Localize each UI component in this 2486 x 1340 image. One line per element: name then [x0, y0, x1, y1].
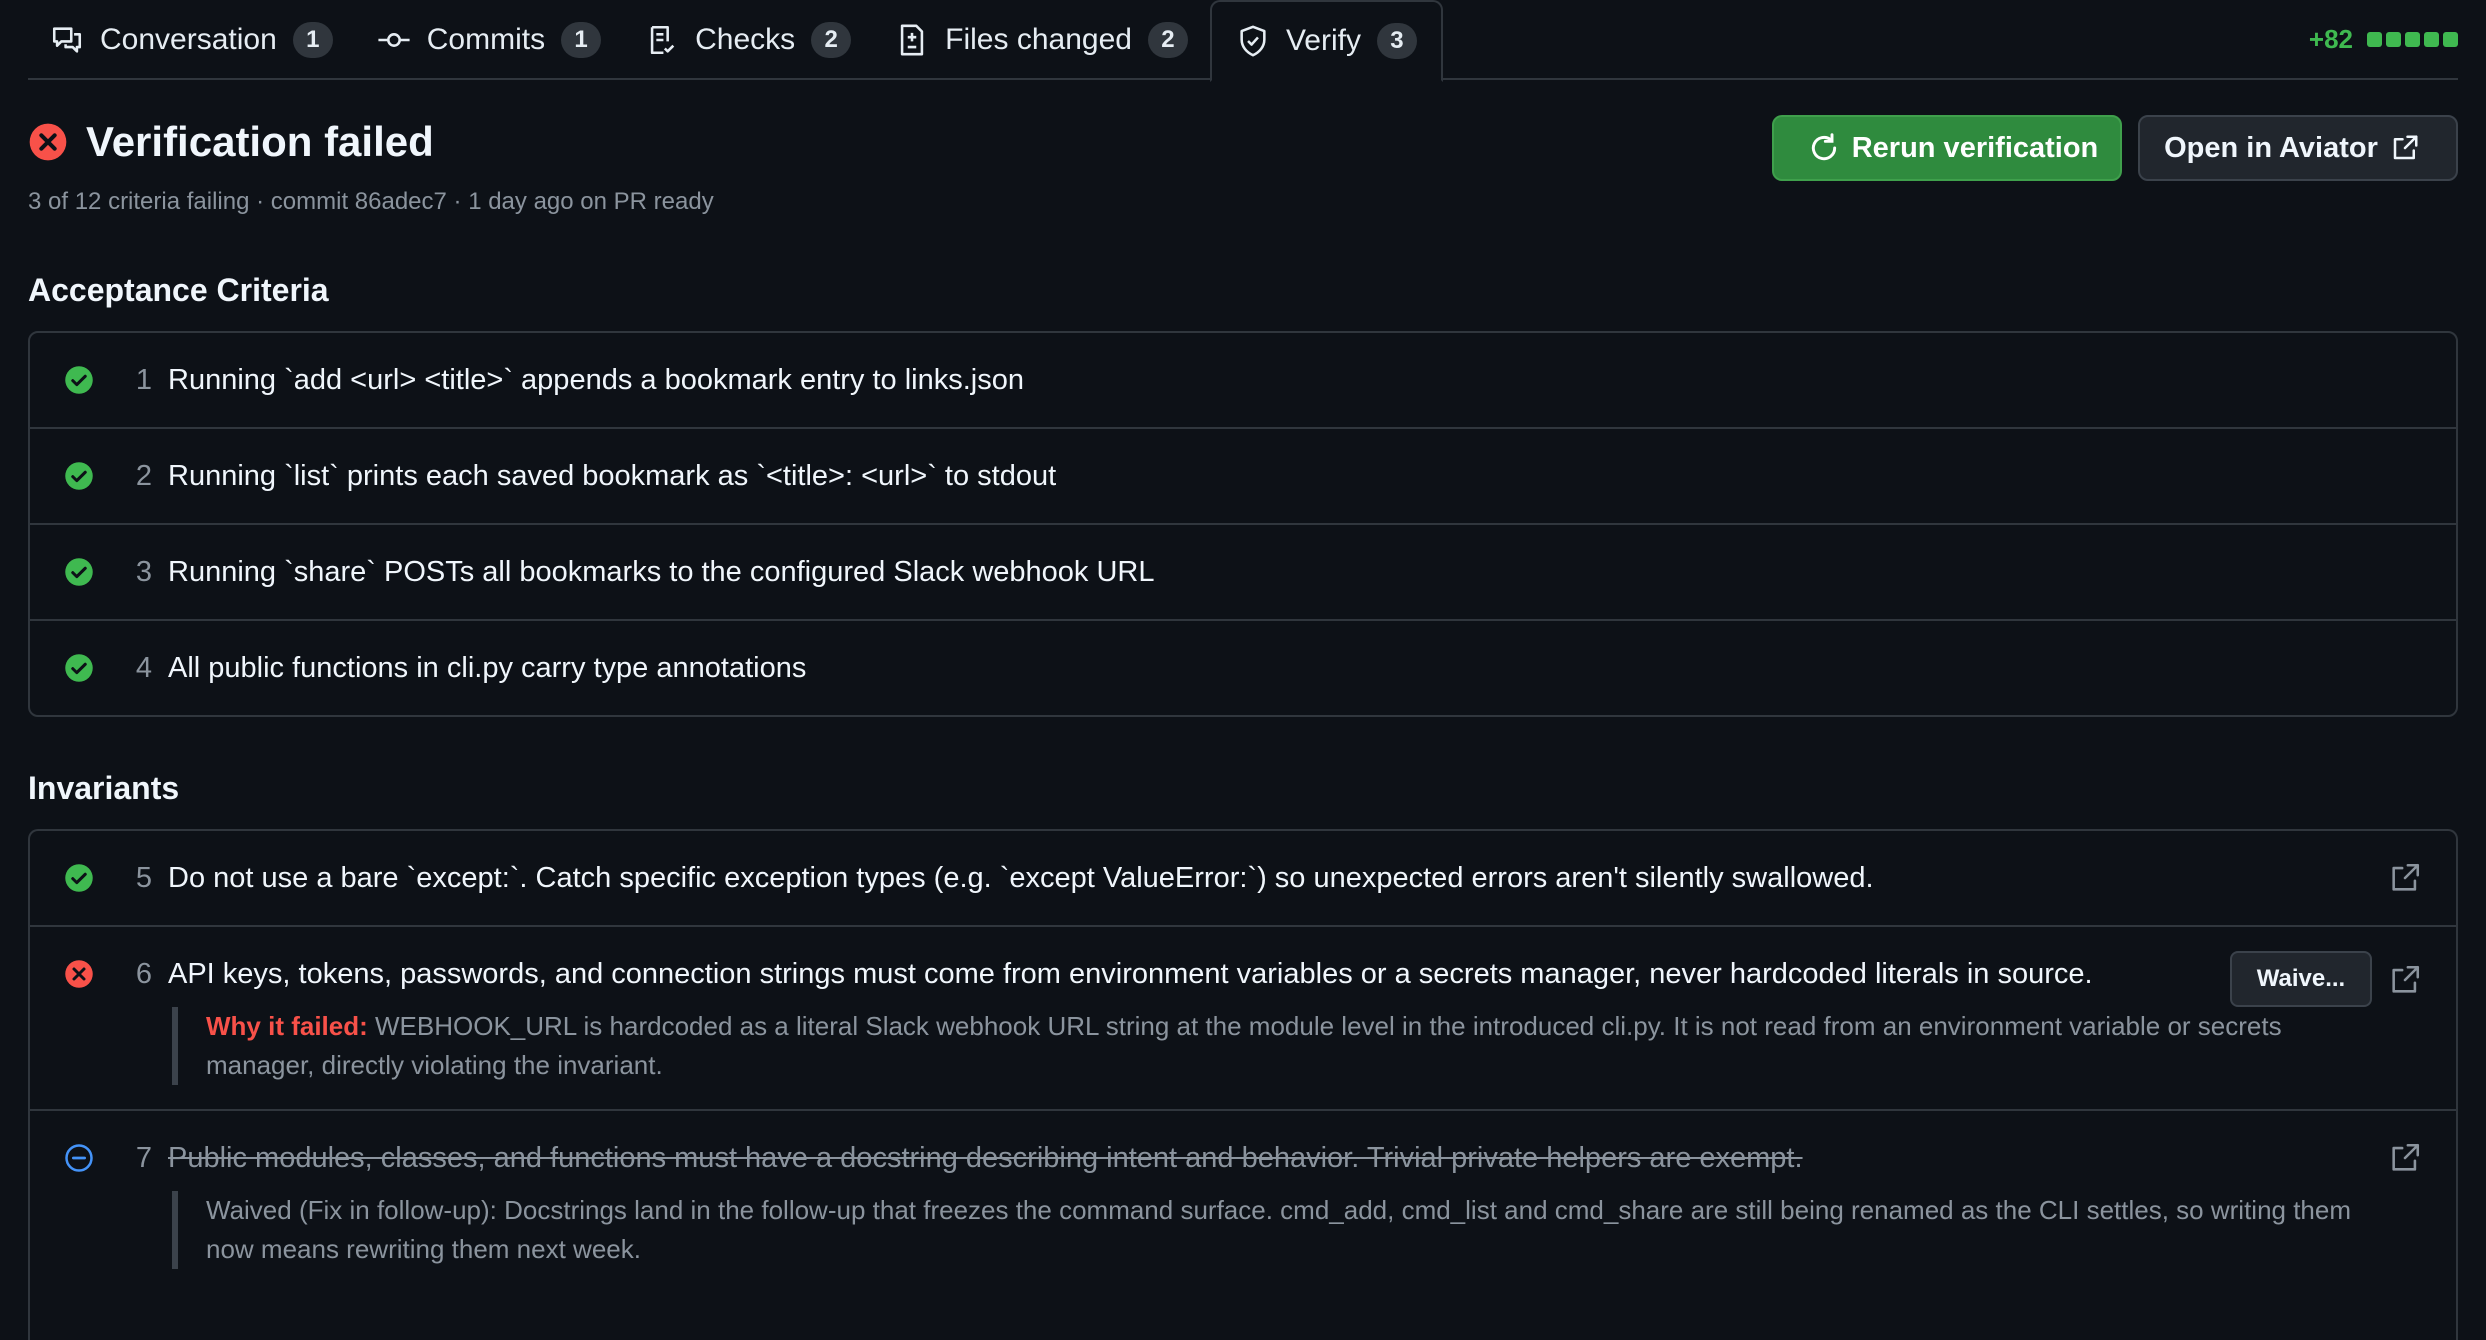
external-link-icon[interactable]: [2388, 963, 2422, 997]
tab-count-badge: 1: [292, 22, 333, 58]
invariant-row-failed: 6 API keys, tokens, passwords, and conne…: [30, 927, 2456, 1111]
x-circle-fill-icon: [28, 122, 68, 162]
external-link-icon[interactable]: [2388, 1141, 2422, 1175]
check-circle-fill-icon: [65, 558, 93, 586]
criterion-row: 4 All public functions in cli.py carry t…: [30, 621, 2456, 715]
acceptance-criteria-heading: Acceptance Criteria: [28, 272, 329, 308]
verification-summary: 3 of 12 criteria failing · commit 86adec…: [28, 188, 714, 215]
criterion-number: 1: [135, 363, 152, 396]
diffstat-block: [2443, 32, 2458, 47]
open-in-aviator-button[interactable]: Open in Aviator: [2138, 115, 2458, 181]
tab-files-changed[interactable]: Files changed 2: [873, 0, 1210, 80]
sync-icon: [1811, 133, 1836, 161]
waive-button[interactable]: Waive...: [2230, 951, 2372, 1007]
criterion-number: 2: [135, 459, 152, 492]
criterion-number: 4: [135, 651, 152, 684]
tab-label: Conversation: [100, 23, 277, 56]
check-circle-fill-icon: [65, 366, 93, 394]
invariant-text: Do not use a bare `except:`. Catch speci…: [168, 861, 1874, 894]
skip-circle-icon: [65, 1144, 93, 1172]
invariant-number: 7: [135, 1141, 152, 1174]
verification-header: Verification failed 3 of 12 criteria fai…: [28, 115, 2458, 218]
check-circle-fill-icon: [65, 864, 93, 892]
invariant-text: Public modules, classes, and functions m…: [168, 1141, 1803, 1174]
diffstat-block: [2367, 32, 2382, 47]
criterion-text: All public functions in cli.py carry typ…: [168, 651, 807, 684]
file-diff-icon: [895, 23, 929, 57]
criterion-row: 2 Running `list` prints each saved bookm…: [30, 429, 2456, 525]
aviator-label: Open in Aviator: [2164, 131, 2378, 164]
diffstat-block: [2386, 32, 2401, 47]
x-circle-fill-icon: [65, 960, 93, 988]
rerun-verification-button[interactable]: Rerun verification: [1772, 115, 2122, 181]
tab-count-badge: 1: [561, 22, 602, 58]
external-link-icon[interactable]: [2388, 861, 2422, 895]
diffstat-block: [2405, 32, 2420, 47]
tab-checks[interactable]: Checks 2: [623, 0, 873, 80]
diffstat: +82: [2309, 24, 2458, 55]
invariant-row-waived: 7 Public modules, classes, and functions…: [30, 1111, 2456, 1269]
rerun-label: Rerun verification: [1851, 131, 2099, 164]
tab-label: Commits: [426, 23, 546, 56]
pr-tab-bar: Conversation 1 Commits 1 Checks 2 Files …: [28, 0, 2458, 82]
git-commit-icon: [377, 23, 411, 57]
tab-label: Verify: [1285, 24, 1361, 57]
failure-reason-text: WEBHOOK_URL is hardcoded as a literal Sl…: [206, 1011, 2282, 1080]
check-circle-fill-icon: [65, 654, 93, 682]
tab-count-badge: 3: [1376, 23, 1417, 59]
shield-check-icon: [1236, 24, 1270, 58]
criterion-number: 3: [135, 555, 152, 588]
criterion-row: 1 Running `add <url> <title>` appends a …: [30, 333, 2456, 429]
diffstat-block: [2424, 32, 2439, 47]
tab-commits[interactable]: Commits 1: [355, 0, 623, 80]
tab-verify[interactable]: Verify 3: [1209, 0, 1443, 82]
tab-count-badge: 2: [811, 22, 852, 58]
why-it-failed-label: Why it failed:: [206, 1011, 368, 1041]
tab-count-badge: 2: [1147, 22, 1188, 58]
waiver-note: Waived (Fix in follow-up): Docstrings la…: [172, 1191, 2352, 1269]
page-title: Verification failed: [86, 118, 434, 165]
tab-label: Checks: [695, 23, 796, 56]
diffstat-blocks: [2363, 32, 2458, 47]
diffstat-additions: +82: [2308, 24, 2353, 54]
checklist-icon: [645, 23, 679, 57]
comment-discussion-icon: [50, 23, 84, 57]
failure-reason: Why it failed: WEBHOOK_URL is hardcoded …: [172, 1007, 2352, 1085]
invariants-list: 5 Do not use a bare `except:`. Catch spe…: [28, 829, 2458, 1340]
invariant-number: 6: [135, 957, 152, 990]
acceptance-criteria-list: 1 Running `add <url> <title>` appends a …: [28, 331, 2458, 717]
criterion-row: 3 Running `share` POSTs all bookmarks to…: [30, 525, 2456, 621]
tab-label: Files changed: [945, 23, 1132, 56]
invariant-row: 5 Do not use a bare `except:`. Catch spe…: [30, 831, 2456, 927]
criterion-text: Running `list` prints each saved bookmar…: [168, 459, 1057, 492]
invariant-text: API keys, tokens, passwords, and connect…: [168, 957, 2093, 990]
criterion-text: Running `share` POSTs all bookmarks to t…: [168, 555, 1155, 588]
tab-conversation[interactable]: Conversation 1: [28, 0, 355, 80]
invariants-heading: Invariants: [28, 770, 180, 806]
check-circle-fill-icon: [65, 462, 93, 490]
external-link-icon: [2393, 135, 2418, 160]
criterion-text: Running `add <url> <title>` appends a bo…: [168, 363, 1024, 396]
invariant-number: 5: [135, 861, 152, 894]
